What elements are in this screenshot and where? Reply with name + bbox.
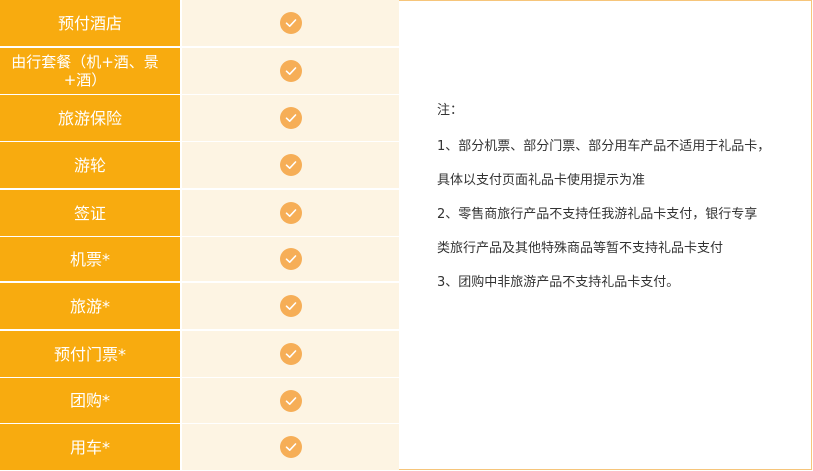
check-icon	[279, 107, 302, 129]
check-icon	[279, 248, 302, 270]
support-status-column	[182, 0, 399, 471]
row-check-cell	[182, 424, 399, 470]
row-check-cell	[182, 237, 399, 281]
check-icon	[279, 295, 302, 317]
check-icon	[279, 60, 302, 82]
check-icon	[279, 343, 302, 365]
row-label-car-rental: 用车*	[0, 424, 180, 470]
row-label-visa: 签证	[0, 190, 180, 236]
row-check-cell	[182, 378, 399, 423]
check-icon	[279, 154, 302, 176]
product-label-column: 预付酒店 由行套餐（机+酒、景+酒） 旅游保险 游轮 签证 机票* 旅游* 预付…	[0, 0, 182, 471]
gift-card-applicable-products: 预付酒店 由行套餐（机+酒、景+酒） 旅游保险 游轮 签证 机票* 旅游* 预付…	[0, 0, 813, 471]
note-line: 类旅行产品及其他特殊商品等暂不支持礼品卡支付	[437, 241, 724, 256]
row-label-package: 由行套餐（机+酒、景+酒）	[0, 48, 180, 94]
row-check-cell	[182, 283, 399, 329]
row-label-group-buy: 团购*	[0, 378, 180, 423]
note-line: 1、部分机票、部分门票、部分用车产品不适用于礼品卡，	[437, 139, 771, 154]
check-icon	[279, 12, 302, 34]
check-icon	[279, 389, 302, 412]
row-check-cell	[182, 331, 399, 377]
row-check-cell	[182, 95, 399, 141]
row-label-prepaid-hotel: 预付酒店	[0, 0, 180, 46]
row-label-tour: 旅游*	[0, 283, 180, 329]
row-check-cell	[182, 0, 399, 46]
note-line: 3、团购中非旅游产品不支持礼品卡支付。	[437, 275, 680, 290]
row-check-cell	[182, 190, 399, 236]
check-icon	[279, 202, 302, 224]
notes-title: 注：	[437, 103, 464, 118]
notes-panel: 注： 1、部分机票、部分门票、部分用车产品不适用于礼品卡， 具体以支付页面礼品卡…	[399, 0, 812, 470]
row-check-cell	[182, 142, 399, 188]
check-icon	[279, 436, 302, 458]
row-label-cruise: 游轮	[0, 142, 180, 188]
row-label-package-text: 由行套餐（机+酒、景+酒）	[11, 53, 159, 89]
note-line: 2、零售商旅行产品不支持任我游礼品卡支付，银行专享	[437, 207, 758, 222]
row-label-prepaid-ticket: 预付门票*	[0, 331, 180, 377]
row-label-travel-insurance: 旅游保险	[0, 95, 180, 141]
row-label-flight: 机票*	[0, 237, 180, 281]
note-line: 具体以支付页面礼品卡使用提示为准	[437, 173, 646, 188]
row-check-cell	[182, 48, 399, 94]
